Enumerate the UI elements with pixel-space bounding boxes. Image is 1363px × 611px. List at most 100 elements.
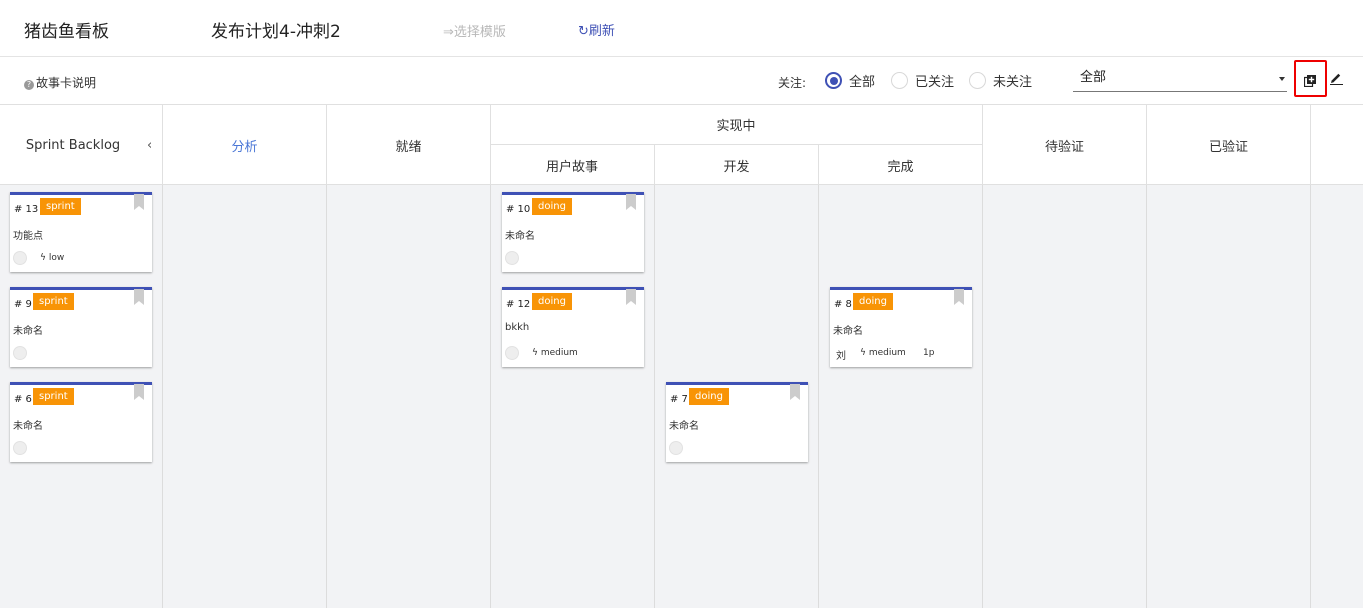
- card-title: 未命名: [13, 421, 43, 432]
- refresh-icon: ↻: [578, 24, 589, 39]
- bookmark-icon[interactable]: [626, 289, 636, 305]
- app-title: 猪齿鱼看板: [24, 22, 109, 42]
- filter-select[interactable]: 全部: [1073, 68, 1287, 92]
- card-number: # 8: [834, 299, 852, 310]
- column-header-ready: 就绪: [327, 105, 491, 185]
- bolt-icon: ϟ: [860, 348, 866, 358]
- card-title: bkkh: [505, 322, 530, 333]
- priority: ϟ medium: [532, 348, 578, 358]
- card-title: 未命名: [669, 421, 699, 432]
- card-title: 功能点: [13, 231, 43, 242]
- story-card-8[interactable]: # 8 doing 未命名 刘 ϟ medium 1p: [830, 287, 972, 367]
- select-template-button[interactable]: ⇒选择模版: [443, 21, 506, 40]
- radio-unfollowed-circle: [969, 72, 986, 89]
- status-tag: sprint: [33, 293, 74, 310]
- radio-all[interactable]: 全部: [825, 71, 875, 90]
- board-header: Sprint Backlog ‹ 分析 就绪 实现中 用户故事 开发 完成 待验…: [0, 105, 1363, 185]
- avatar: [505, 251, 519, 265]
- story-card-7[interactable]: # 7 doing 未命名: [666, 382, 808, 462]
- card-number: # 6: [14, 394, 32, 405]
- priority: ϟ low: [40, 253, 64, 263]
- bolt-icon: ϟ: [532, 348, 538, 358]
- radio-followed-label: 已关注: [915, 75, 955, 90]
- status-tag: doing: [689, 388, 729, 405]
- radio-unfollowed[interactable]: 未关注: [969, 71, 1032, 90]
- status-tag: sprint: [40, 198, 81, 215]
- story-points: 1p: [923, 348, 935, 358]
- column-title-develop: 开发: [723, 159, 750, 175]
- lane-verified: [1147, 185, 1311, 608]
- radio-followed[interactable]: 已关注: [891, 71, 954, 90]
- story-card-6[interactable]: # 6 sprint 未命名: [10, 382, 152, 462]
- column-title-user-story: 用户故事: [545, 159, 598, 175]
- radio-unfollowed-label: 未关注: [993, 75, 1033, 90]
- bookmark-icon[interactable]: [134, 384, 144, 400]
- lane-done: [819, 185, 983, 608]
- help-icon: ?: [24, 80, 34, 90]
- board-body: # 13 sprint 功能点 ϟ low # 9 sprint 未命名 # 6…: [0, 185, 1363, 611]
- column-header-done: 完成: [819, 145, 983, 185]
- priority-label: low: [48, 253, 65, 263]
- card-title: 未命名: [833, 326, 863, 337]
- card-number: # 10: [506, 204, 531, 215]
- top-bar: 猪齿鱼看板 发布计划4-冲刺2 ⇒选择模版 ↻刷新: [0, 0, 1363, 57]
- bookmark-icon[interactable]: [626, 194, 636, 210]
- status-tag: doing: [853, 293, 893, 310]
- radio-followed-circle: [891, 72, 908, 89]
- card-title: 未命名: [505, 231, 535, 242]
- bookmark-icon[interactable]: [790, 384, 800, 400]
- card-help-label: 故事卡说明: [36, 76, 97, 90]
- status-tag: doing: [532, 198, 572, 215]
- avatar: [505, 346, 519, 360]
- story-card-13[interactable]: # 13 sprint 功能点 ϟ low: [10, 192, 152, 272]
- bookmark-icon[interactable]: [134, 194, 144, 210]
- column-header-to-verify: 待验证: [983, 105, 1147, 185]
- edit-icon[interactable]: [1330, 72, 1343, 85]
- bolt-icon: ϟ: [40, 253, 46, 263]
- chevron-left-icon[interactable]: ‹: [147, 138, 152, 153]
- story-card-10[interactable]: # 10 doing 未命名: [502, 192, 644, 272]
- card-number: # 12: [506, 299, 531, 310]
- card-help-link[interactable]: ? 故事卡说明: [24, 74, 96, 91]
- add-card-button[interactable]: [1294, 60, 1327, 97]
- story-card-12[interactable]: # 12 doing bkkh ϟ medium: [502, 287, 644, 367]
- column-title-to-verify: 待验证: [1044, 139, 1084, 155]
- bookmark-icon[interactable]: [954, 289, 964, 305]
- column-title-ready: 就绪: [395, 139, 422, 155]
- refresh-label: 刷新: [588, 24, 615, 39]
- refresh-button[interactable]: ↻刷新: [578, 20, 615, 39]
- filter-bar: ? 故事卡说明 关注: 全部 已关注 未关注 全部: [0, 57, 1363, 105]
- status-tag: doing: [532, 293, 572, 310]
- radio-all-circle: [825, 72, 842, 89]
- column-header-user-story: 用户故事: [490, 145, 655, 185]
- priority-label: medium: [540, 348, 578, 358]
- column-group-title: 实现中: [716, 119, 756, 134]
- column-header-develop: 开发: [655, 145, 819, 185]
- plan-title: 发布计划4-冲刺2: [211, 22, 341, 42]
- avatar: [669, 441, 683, 455]
- lane-to-verify: [983, 185, 1147, 608]
- follow-label: 关注:: [778, 76, 807, 90]
- card-number: # 7: [670, 394, 688, 405]
- column-header-verified: 已验证: [1147, 105, 1311, 185]
- priority: ϟ medium: [860, 348, 906, 358]
- filter-select-value: 全部: [1080, 70, 1107, 85]
- card-number: # 13: [14, 204, 39, 215]
- column-header-analysis[interactable]: 分析: [163, 105, 327, 185]
- status-tag: sprint: [33, 388, 74, 405]
- template-icon: ⇒: [443, 25, 454, 40]
- add-card-icon: [1304, 75, 1316, 87]
- lane-extra: [1311, 185, 1363, 608]
- column-title-verified: 已验证: [1208, 139, 1248, 155]
- column-header-backlog: Sprint Backlog: [0, 105, 163, 185]
- story-card-9[interactable]: # 9 sprint 未命名: [10, 287, 152, 367]
- avatar: [13, 251, 27, 265]
- radio-all-label: 全部: [849, 75, 876, 90]
- card-number: # 9: [14, 299, 32, 310]
- bookmark-icon[interactable]: [134, 289, 144, 305]
- priority-label: medium: [868, 348, 906, 358]
- avatar: [13, 346, 27, 360]
- avatar: [13, 441, 27, 455]
- card-title: 未命名: [13, 326, 43, 337]
- select-template-label: 选择模版: [453, 25, 506, 40]
